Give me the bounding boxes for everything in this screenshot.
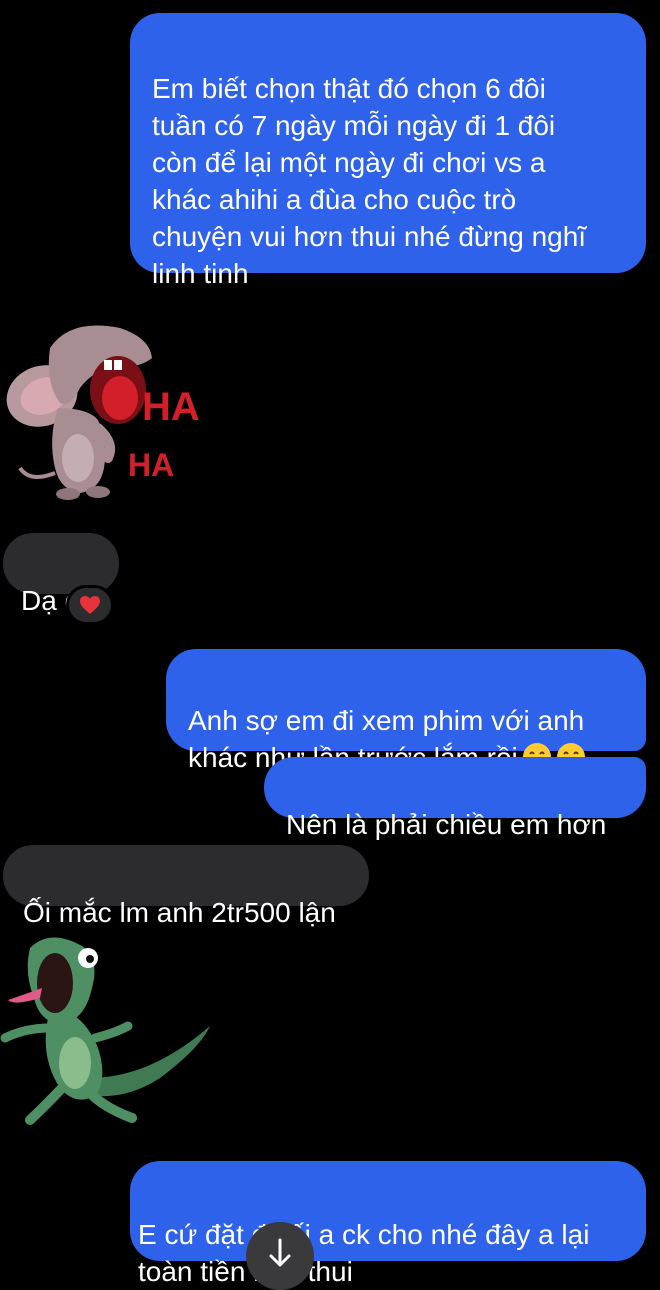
- scroll-to-bottom-button[interactable]: [246, 1222, 314, 1290]
- ha-text-1: HA: [142, 385, 200, 429]
- heart-icon: [80, 596, 100, 614]
- incoming-message-bubble[interactable]: Dạ dạ: [3, 533, 119, 616]
- arrow-down-icon: [269, 1238, 291, 1267]
- message-text: Nên là phải chiều em hơn: [286, 809, 607, 840]
- message-text: Em biết chọn thật đó chọn 6 đôi tuần có …: [152, 73, 587, 289]
- outgoing-message-bubble[interactable]: Nên là phải chiều em hơn: [264, 757, 646, 840]
- outgoing-message-bubble[interactable]: Anh sợ em đi xem phim với anh khác như l…: [166, 649, 646, 773]
- screaming-gecko-sticker[interactable]: [0, 928, 215, 1133]
- ha-text-2: HA: [128, 447, 174, 483]
- message-text: E cứ đặt đi tối a ck cho nhé đây a lại t…: [138, 1219, 590, 1287]
- outgoing-message-bubble[interactable]: Em biết chọn thật đó chọn 6 đôi tuần có …: [130, 13, 646, 289]
- incoming-message-bubble[interactable]: Ối mắc lm anh 2tr500 lận: [3, 845, 369, 928]
- message-text: Ối mắc lm anh 2tr500 lận: [23, 897, 336, 928]
- heart-reaction[interactable]: [66, 585, 114, 625]
- screaming-gecko-illustration: [0, 937, 210, 1125]
- laughing-mouse-sticker[interactable]: HA HA: [0, 308, 210, 508]
- outgoing-message-bubble[interactable]: E cứ đặt đi tối a ck cho nhé đây a lại t…: [130, 1161, 646, 1287]
- laughing-mouse-illustration: HA HA: [6, 325, 200, 500]
